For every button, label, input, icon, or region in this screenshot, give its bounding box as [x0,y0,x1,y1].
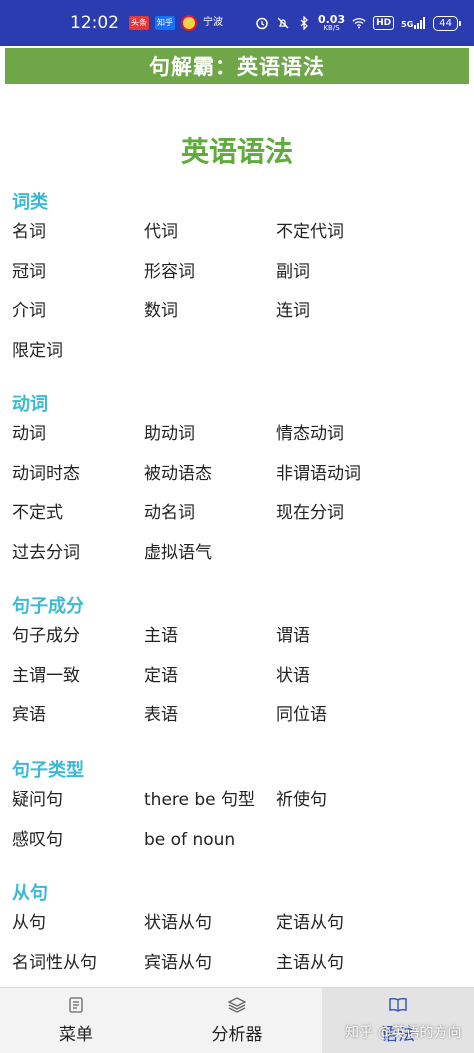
battery-indicator: 44 [433,15,461,31]
toutiao-notification-icon: 头条 [129,16,149,30]
topic-link[interactable]: 主语从句 [276,949,462,989]
topic-link[interactable]: 形容词 [144,258,276,298]
topic-link[interactable]: 名词性从句 [12,949,144,989]
weibo-icon [181,15,197,31]
page-title: 英语语法 [180,135,293,168]
topic-link[interactable]: 状语从句 [144,909,276,949]
hd-badge: HD [373,16,395,30]
status-right: 0.03 KB/S HD 5G 44 [255,13,461,32]
topic-link[interactable]: 动词 [12,420,144,460]
topic-link[interactable]: 数词 [144,297,276,337]
nav-grammar[interactable]: 语法 [322,988,474,1053]
document-icon [67,996,85,1014]
nav-label: 分析器 [211,1025,263,1045]
topic-link[interactable]: 冠词 [12,258,144,298]
topic-grid: 疑问句 there be 句型 祈使句 感叹句 be of noun [12,786,462,865]
watermark: 知乎 @英语的方向 [345,1025,462,1041]
topic-link[interactable]: 祈使句 [276,786,462,826]
section-sentence-components: 句子成分 句子成分 主语 谓语 主谓一致 定语 状语 宾语 表语 同位语 [12,592,462,741]
mute-icon [276,16,290,30]
topic-link[interactable]: 助动词 [144,420,276,460]
app-header: 句解霸：英语语法 [5,48,469,84]
topic-link[interactable]: 主语 [144,622,276,662]
section-title: 句子成分 [12,596,84,617]
topic-link[interactable]: 现在分词 [276,499,462,539]
topic-link[interactable]: 虚拟语气 [144,539,276,579]
alarm-icon [255,16,269,30]
topic-link[interactable]: there be 句型 [144,786,276,826]
section-title: 从句 [12,883,48,904]
topic-link[interactable]: 被动语态 [144,460,276,500]
topic-link[interactable]: 情态动词 [276,420,462,460]
section-title: 词类 [12,192,48,213]
topic-link[interactable]: 主谓一致 [12,662,144,702]
book-icon [389,996,407,1014]
topic-link[interactable]: 谓语 [276,622,462,662]
status-time: 12:02 [70,13,119,33]
bottom-navigation: 菜单 分析器 语法 [0,987,474,1053]
topic-link[interactable]: 代词 [144,218,276,258]
topic-link[interactable]: 连词 [276,297,462,337]
notification-icons: 头条 知乎 宁波 [129,15,223,31]
network-speed: 0.03 KB/S [317,13,346,32]
nav-menu[interactable]: 菜单 [0,988,152,1053]
topic-link[interactable]: 副词 [276,258,462,298]
topic-link[interactable]: 状语 [276,662,462,702]
topic-link[interactable]: 同位语 [276,701,462,741]
nav-label: 菜单 [59,1025,93,1045]
topic-link[interactable]: 不定式 [12,499,144,539]
nav-analyzer[interactable]: 分析器 [152,988,322,1053]
topic-link[interactable]: 过去分词 [12,539,144,579]
topic-grid: 动词 助动词 情态动词 动词时态 被动语态 非谓语动词 不定式 动名词 现在分词… [12,420,462,578]
layers-icon [228,996,246,1014]
topic-link[interactable]: 疑问句 [12,786,144,826]
zhihu-notification-icon: 知乎 [155,16,175,30]
topic-link[interactable]: 定语 [144,662,276,702]
topic-link[interactable]: 动名词 [144,499,276,539]
topic-link[interactable]: 宾语 [12,701,144,741]
topic-link[interactable]: 从句 [12,909,144,949]
topic-link[interactable]: 定语从句 [276,909,462,949]
topic-grid: 句子成分 主语 谓语 主谓一致 定语 状语 宾语 表语 同位语 [12,622,462,741]
other-notification-icon: 宁波 [203,17,223,28]
topic-link[interactable]: 表语 [144,701,276,741]
topic-link[interactable]: 不定代词 [276,218,462,258]
section-title: 动词 [12,394,48,415]
topic-link[interactable]: 宾语从句 [144,949,276,989]
bluetooth-icon [297,16,311,30]
wifi-icon [352,16,366,30]
topic-link[interactable]: 动词时态 [12,460,144,500]
topic-link[interactable]: 介词 [12,297,144,337]
topic-grid: 名词 代词 不定代词 冠词 形容词 副词 介词 数词 连词 限定词 [12,218,462,376]
signal-5g-icon: 5G [401,17,426,29]
grammar-content[interactable]: 英语语法 词类 名词 代词 不定代词 冠词 形容词 副词 介词 数词 连词 限定… [0,84,474,984]
topic-link[interactable]: be of noun [144,826,276,866]
topic-link[interactable]: 限定词 [12,337,144,377]
section-title: 句子类型 [12,760,84,781]
section-word-classes: 词类 名词 代词 不定代词 冠词 形容词 副词 介词 数词 连词 限定词 [12,188,462,376]
topic-grid: 从句 状语从句 定语从句 名词性从句 宾语从句 主语从句 [12,909,462,988]
topic-link[interactable]: 句子成分 [12,622,144,662]
section-verbs: 动词 动词 助动词 情态动词 动词时态 被动语态 非谓语动词 不定式 动名词 现… [12,390,462,578]
topic-link[interactable]: 感叹句 [12,826,144,866]
topic-link[interactable]: 非谓语动词 [276,460,462,500]
app-title: 句解霸：英语语法 [149,55,325,79]
section-clauses: 从句 从句 状语从句 定语从句 名词性从句 宾语从句 主语从句 [12,879,462,988]
topic-link[interactable]: 名词 [12,218,144,258]
status-bar: 12:02 头条 知乎 宁波 0.03 KB/S HD 5G 44 [0,0,474,46]
section-sentence-types: 句子类型 疑问句 there be 句型 祈使句 感叹句 be of noun [12,756,462,865]
